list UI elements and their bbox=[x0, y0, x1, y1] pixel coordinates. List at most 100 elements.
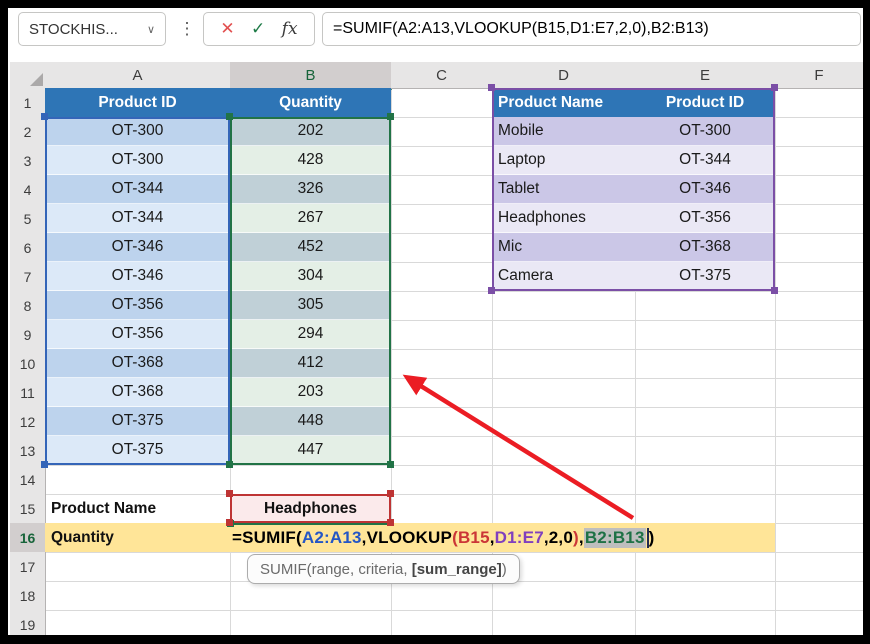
formula-bar-input[interactable]: =SUMIF(A2:A13,VLOOKUP(B15,D1:E7,2,0),B2:… bbox=[322, 12, 861, 46]
insert-function-icon[interactable]: fx bbox=[282, 19, 298, 39]
cell-b5[interactable]: 267 bbox=[230, 204, 391, 233]
cell-e2[interactable]: OT-300 bbox=[635, 117, 775, 146]
row-header-3[interactable]: 3 bbox=[10, 146, 46, 176]
cell-a5[interactable]: OT-344 bbox=[45, 204, 230, 233]
cell-a11[interactable]: OT-368 bbox=[45, 378, 230, 407]
range-d1-e7-handle[interactable] bbox=[488, 287, 495, 294]
cell-b6[interactable]: 452 bbox=[230, 233, 391, 262]
row-header-4[interactable]: 4 bbox=[10, 175, 46, 205]
formula-buttons: ✕ ✓ fx bbox=[203, 12, 315, 46]
cell-d2[interactable]: Mobile bbox=[492, 117, 635, 146]
cell-d7[interactable]: Camera bbox=[492, 262, 635, 291]
cell-a12[interactable]: OT-375 bbox=[45, 407, 230, 436]
cell-b1-header[interactable]: Quantity bbox=[230, 88, 391, 117]
row-header-5[interactable]: 5 bbox=[10, 204, 46, 234]
row-header-7[interactable]: 7 bbox=[10, 262, 46, 292]
cell-a10[interactable]: OT-368 bbox=[45, 349, 230, 378]
gridline-horizontal bbox=[10, 552, 863, 553]
cell-e6[interactable]: OT-368 bbox=[635, 233, 775, 262]
gridline-horizontal bbox=[10, 610, 863, 611]
row-header-18[interactable]: 18 bbox=[10, 581, 46, 611]
range-b15-handle[interactable] bbox=[226, 519, 233, 526]
row-header-14[interactable]: 14 bbox=[10, 465, 46, 495]
formula-segment-5: B15 bbox=[458, 528, 490, 548]
row-header-10[interactable]: 10 bbox=[10, 349, 46, 379]
row-header-12[interactable]: 12 bbox=[10, 407, 46, 437]
range-b2-b13-handle[interactable] bbox=[387, 461, 394, 468]
row-header-11[interactable]: 11 bbox=[10, 378, 46, 408]
cell-d4[interactable]: Tablet bbox=[492, 175, 635, 204]
cell-b13[interactable]: 447 bbox=[230, 436, 391, 465]
cell-b2[interactable]: 202 bbox=[230, 117, 391, 146]
range-a2-a13-handle[interactable] bbox=[41, 461, 48, 468]
range-b15-handle[interactable] bbox=[387, 490, 394, 497]
cell-b7[interactable]: 304 bbox=[230, 262, 391, 291]
cell-a6[interactable]: OT-346 bbox=[45, 233, 230, 262]
cell-d6[interactable]: Mic bbox=[492, 233, 635, 262]
formula-segment-1: A2:A13 bbox=[302, 528, 362, 548]
chevron-down-icon[interactable]: ∨ bbox=[147, 23, 155, 36]
kebab-menu-icon[interactable]: ⋮ bbox=[178, 12, 196, 46]
row-header-17[interactable]: 17 bbox=[10, 552, 46, 582]
cell-b16-formula-editor[interactable]: =SUMIF(A2:A13,VLOOKUP(B15,D1:E7,2,0),B2:… bbox=[232, 523, 654, 552]
cell-b11[interactable]: 203 bbox=[230, 378, 391, 407]
cell-e1-header[interactable]: Product ID bbox=[635, 88, 775, 117]
function-hint-tooltip: SUMIF(range, criteria, [sum_range]) bbox=[247, 554, 520, 584]
cell-d3[interactable]: Laptop bbox=[492, 146, 635, 175]
cell-a2[interactable]: OT-300 bbox=[45, 117, 230, 146]
cell-a13[interactable]: OT-375 bbox=[45, 436, 230, 465]
range-b2-b13-handle[interactable] bbox=[387, 113, 394, 120]
row-header-2[interactable]: 2 bbox=[10, 117, 46, 147]
name-box[interactable]: STOCKHIS... ∨ bbox=[18, 12, 166, 46]
range-b2-b13-handle[interactable] bbox=[226, 113, 233, 120]
cell-a16-quantity-label[interactable]: Quantity bbox=[51, 523, 114, 552]
formula-segment-11: B2:B13 bbox=[584, 528, 646, 548]
cell-e5[interactable]: OT-356 bbox=[635, 204, 775, 233]
select-all-corner[interactable] bbox=[10, 62, 46, 89]
column-header-d[interactable]: D bbox=[492, 62, 636, 89]
cell-e3[interactable]: OT-344 bbox=[635, 146, 775, 175]
range-d1-e7-handle[interactable] bbox=[488, 84, 495, 91]
cell-b3[interactable]: 428 bbox=[230, 146, 391, 175]
column-header-a[interactable]: A bbox=[45, 62, 231, 89]
row-header-19[interactable]: 19 bbox=[10, 610, 46, 635]
cell-a3[interactable]: OT-300 bbox=[45, 146, 230, 175]
column-header-b[interactable]: B bbox=[230, 62, 392, 90]
cell-e4[interactable]: OT-346 bbox=[635, 175, 775, 204]
column-header-f[interactable]: F bbox=[775, 62, 863, 89]
tooltip-optional-arg: [sum_range] bbox=[412, 561, 502, 578]
row-header-16[interactable]: 16 bbox=[10, 523, 46, 553]
range-a2-a13-handle[interactable] bbox=[41, 113, 48, 120]
range-d1-e7-handle[interactable] bbox=[771, 287, 778, 294]
cell-a1-header[interactable]: Product ID bbox=[45, 88, 230, 117]
range-b15-handle[interactable] bbox=[226, 490, 233, 497]
cell-a7[interactable]: OT-346 bbox=[45, 262, 230, 291]
cell-b15-criteria-value[interactable]: Headphones bbox=[230, 494, 391, 523]
formula-segment-7: D1:E7 bbox=[495, 528, 544, 548]
formula-segment-3: VLOOKUP bbox=[367, 528, 452, 548]
column-header-e[interactable]: E bbox=[635, 62, 776, 89]
cancel-icon[interactable]: ✕ bbox=[220, 19, 234, 39]
row-header-6[interactable]: 6 bbox=[10, 233, 46, 263]
tooltip-text: SUMIF(range, criteria, bbox=[260, 561, 412, 578]
cell-e7[interactable]: OT-375 bbox=[635, 262, 775, 291]
cell-b8[interactable]: 305 bbox=[230, 291, 391, 320]
range-b15-handle[interactable] bbox=[387, 519, 394, 526]
cell-a9[interactable]: OT-356 bbox=[45, 320, 230, 349]
row-header-8[interactable]: 8 bbox=[10, 291, 46, 321]
row-header-9[interactable]: 9 bbox=[10, 320, 46, 350]
cell-a8[interactable]: OT-356 bbox=[45, 291, 230, 320]
column-header-c[interactable]: C bbox=[391, 62, 493, 89]
cell-b9[interactable]: 294 bbox=[230, 320, 391, 349]
cell-d1-header[interactable]: Product Name bbox=[492, 88, 635, 117]
cell-d5[interactable]: Headphones bbox=[492, 204, 635, 233]
range-d1-e7-handle[interactable] bbox=[771, 84, 778, 91]
cell-a4[interactable]: OT-344 bbox=[45, 175, 230, 204]
cell-a15-product-name-label[interactable]: Product Name bbox=[51, 494, 156, 523]
confirm-icon[interactable]: ✓ bbox=[251, 19, 265, 39]
range-b2-b13-handle[interactable] bbox=[226, 461, 233, 468]
cell-b4[interactable]: 326 bbox=[230, 175, 391, 204]
cell-b10[interactable]: 412 bbox=[230, 349, 391, 378]
cell-b12[interactable]: 448 bbox=[230, 407, 391, 436]
row-header-15[interactable]: 15 bbox=[10, 494, 46, 524]
